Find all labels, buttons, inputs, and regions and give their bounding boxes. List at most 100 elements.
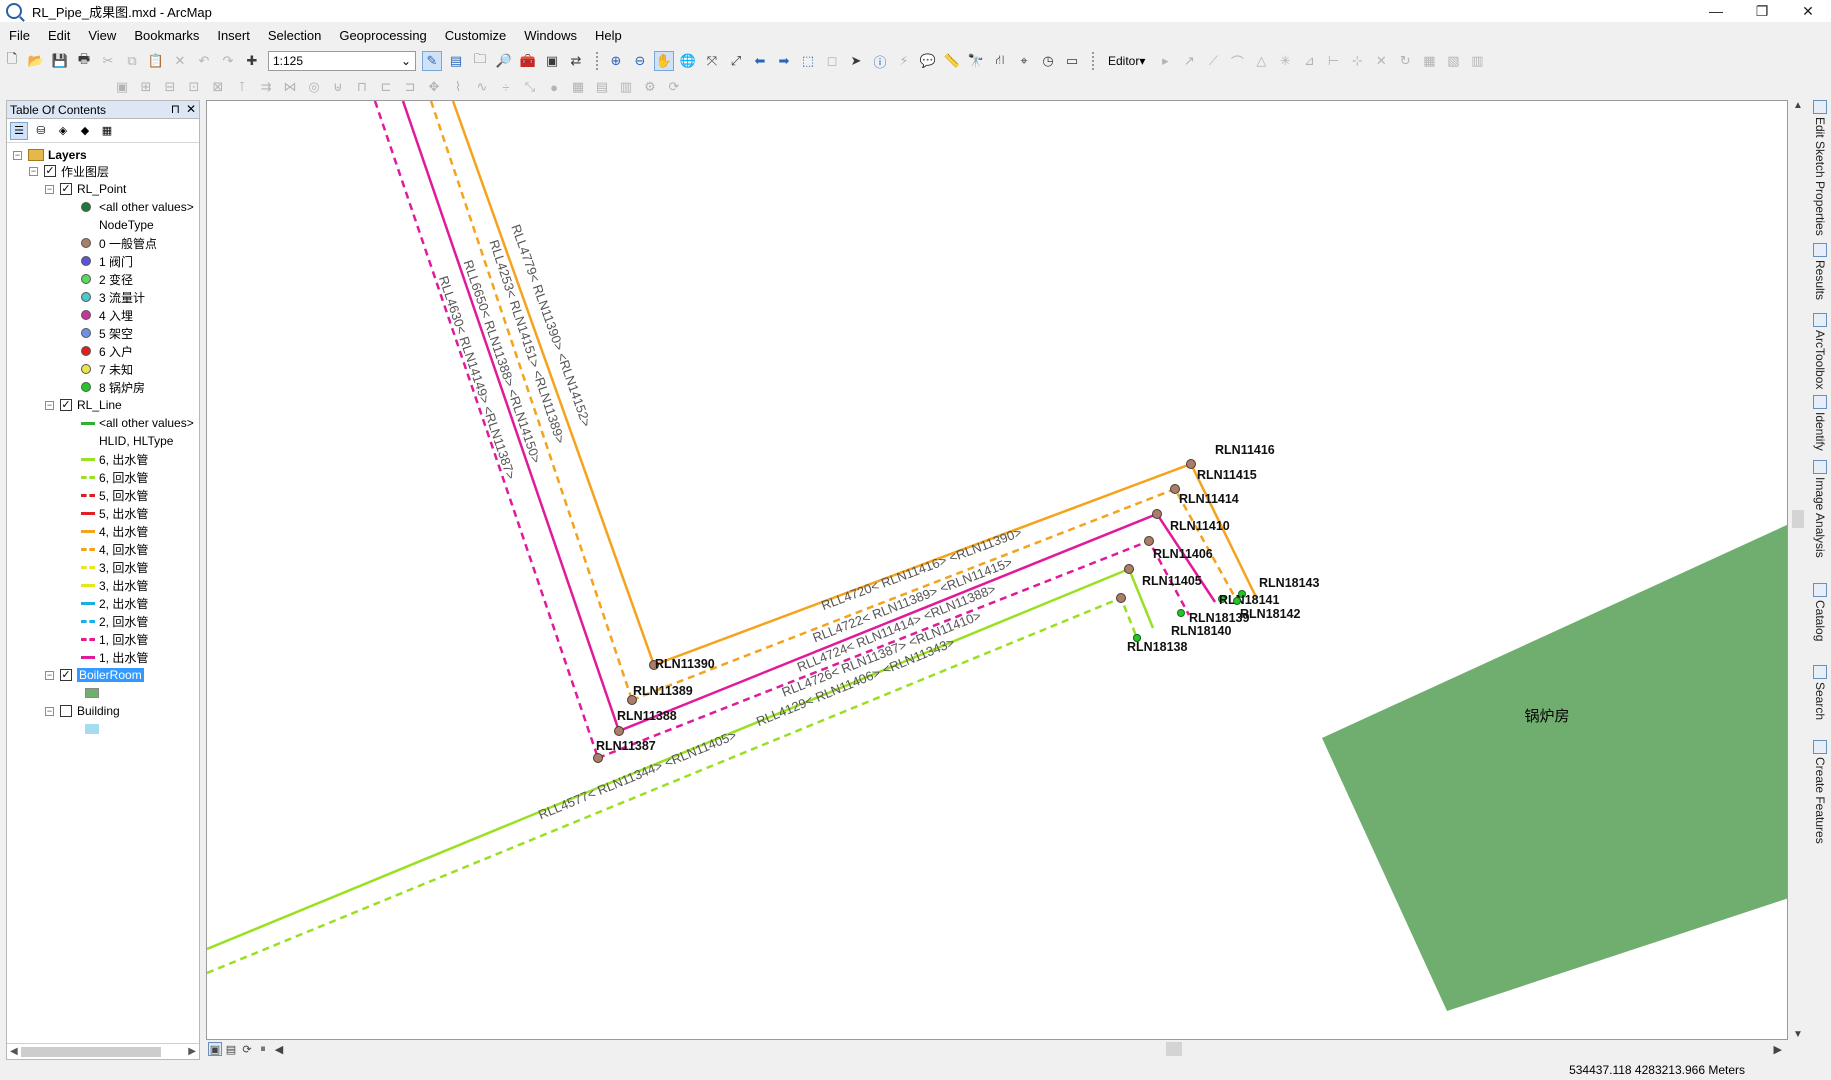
scale-icon[interactable]: ⤡ xyxy=(520,77,540,97)
map-display[interactable]: 锅炉房 RLL4779< RLN11390> <RLN14152> RLL425… xyxy=(206,100,1788,1040)
map-vertical-scroll-thumb[interactable] xyxy=(1792,510,1804,528)
print-icon[interactable]: 🖶 xyxy=(74,51,94,71)
fixed-zoom-out-icon[interactable]: ⤢ xyxy=(726,51,746,71)
dock-tab[interactable]: Catalog xyxy=(1810,583,1830,641)
edit-annotation-icon[interactable]: ↗ xyxy=(1179,51,1199,71)
gear-icon[interactable]: ⚙ xyxy=(640,77,660,97)
pipe-line-rll4129[interactable] xyxy=(207,596,1139,975)
dock-tab[interactable]: Create Features xyxy=(1810,740,1830,844)
clear-selection-icon[interactable]: ◻ xyxy=(822,51,842,71)
options-icon[interactable]: ▦ xyxy=(98,122,116,140)
arctoolbox-icon[interactable]: 🧰 xyxy=(518,51,538,71)
legend-row[interactable]: 4, 出水管 xyxy=(81,522,148,540)
toolbar-grip[interactable] xyxy=(596,52,600,70)
fields-icon[interactable]: ▥ xyxy=(616,77,636,97)
copy-parallel-icon[interactable]: ⇉ xyxy=(256,77,276,97)
pipe-node-point[interactable] xyxy=(1144,536,1154,546)
end-point-arc-icon[interactable]: ⌒ xyxy=(1227,51,1247,71)
back-extent-icon[interactable]: ⬅ xyxy=(750,51,770,71)
menu-selection[interactable]: Selection xyxy=(259,28,330,43)
georef-icon[interactable]: ⊞ xyxy=(136,77,156,97)
map-vertical-scrollbar[interactable]: ▲ ▼ xyxy=(1790,100,1806,1040)
legend-row[interactable]: 3, 回水管 xyxy=(81,558,148,576)
find-icon[interactable]: 🔭 xyxy=(966,51,986,71)
dock-tab[interactable]: Search xyxy=(1810,665,1830,720)
boilerroom-visibility-checkbox[interactable]: ✓ xyxy=(60,669,72,681)
create-features-icon[interactable]: ▥ xyxy=(1467,51,1487,71)
identify-icon[interactable]: ⓘ xyxy=(870,51,890,71)
legend-row[interactable]: 7 未知 xyxy=(81,360,133,378)
building-visibility-checkbox[interactable] xyxy=(60,705,72,717)
map-horizontal-scroll-thumb[interactable] xyxy=(1166,1042,1182,1056)
dock-tab[interactable]: ArcToolbox xyxy=(1810,313,1830,389)
scroll-left-icon[interactable]: ◀ xyxy=(272,1042,286,1056)
paste-icon[interactable]: 📋 xyxy=(146,51,166,71)
scroll-right-icon[interactable]: ▶ xyxy=(188,1046,196,1057)
full-extent-icon[interactable]: 🌐 xyxy=(678,51,698,71)
legend-row[interactable]: 2, 回水管 xyxy=(81,612,148,630)
boiler-room-polygon[interactable] xyxy=(1322,524,1788,1011)
toc-layer-building[interactable]: − Building xyxy=(45,702,120,720)
undo-icon[interactable]: ↶ xyxy=(194,51,214,71)
delete-icon[interactable]: ✕ xyxy=(170,51,190,71)
sketch-properties-icon[interactable]: ▧ xyxy=(1443,51,1463,71)
menu-bookmarks[interactable]: Bookmarks xyxy=(125,28,208,43)
add-data-icon[interactable]: ✚ xyxy=(242,51,262,71)
refresh-view-icon[interactable]: ⟳ xyxy=(240,1042,254,1056)
copy-icon[interactable]: ⧉ xyxy=(122,51,142,71)
toc-layer-boilerroom[interactable]: − ✓ BoilerRoom xyxy=(45,666,144,684)
search-window-icon[interactable]: 🔎 xyxy=(494,51,514,71)
time-slider-icon[interactable]: ◷ xyxy=(1038,51,1058,71)
pipe-line-rll4253[interactable] xyxy=(429,101,634,701)
hyperlink-icon[interactable]: ⚡ xyxy=(894,51,914,71)
catalog-window-icon[interactable]: 🗀 xyxy=(470,51,490,71)
legend-row[interactable]: 6, 出水管 xyxy=(81,450,148,468)
pipe-node-point[interactable] xyxy=(593,753,603,763)
list-by-visibility-icon[interactable]: ◈ xyxy=(54,122,72,140)
trim-icon[interactable]: ⊺ xyxy=(232,77,252,97)
layout-icon[interactable]: ▣ xyxy=(112,77,132,97)
rotate-icon[interactable]: ↻ xyxy=(1395,51,1415,71)
move-icon[interactable]: ✥ xyxy=(424,77,444,97)
dock-tab[interactable]: Image Analysis xyxy=(1810,460,1830,558)
align-icon[interactable]: ⊐ xyxy=(400,77,420,97)
zoom-out-icon[interactable]: ⊖ xyxy=(630,51,650,71)
toc-horizontal-scrollbar[interactable]: ◀ ▶ xyxy=(7,1043,199,1059)
forward-extent-icon[interactable]: ➡ xyxy=(774,51,794,71)
close-icon[interactable]: ✕ xyxy=(186,102,196,116)
union-icon[interactable]: ⊎ xyxy=(328,77,348,97)
pipe-node-point[interactable] xyxy=(1177,609,1185,617)
generalize-icon[interactable]: ⌇ xyxy=(448,77,468,97)
cut-polygons-icon[interactable]: ⊹ xyxy=(1347,51,1367,71)
pipe-node-point[interactable] xyxy=(614,726,624,736)
legend-row[interactable]: <all other values> xyxy=(81,198,194,216)
menu-view[interactable]: View xyxy=(79,28,125,43)
list-by-source-icon[interactable]: ⛁ xyxy=(32,122,50,140)
pipe-node-point[interactable] xyxy=(1116,593,1126,603)
legend-row[interactable]: 0 一般管点 xyxy=(81,234,157,252)
save-icon[interactable]: 💾 xyxy=(50,51,70,71)
scroll-down-icon[interactable]: ▼ xyxy=(1793,1029,1803,1040)
scroll-left-icon[interactable]: ◀ xyxy=(10,1046,18,1057)
extend-icon[interactable]: ⊠ xyxy=(208,77,228,97)
maximize-button[interactable]: ❐ xyxy=(1739,0,1785,22)
toc-group-layer[interactable]: − ✓ 作业图层 xyxy=(29,162,109,180)
minimize-button[interactable]: — xyxy=(1693,0,1739,22)
fixed-zoom-in-icon[interactable]: ⤧ xyxy=(702,51,722,71)
menu-edit[interactable]: Edit xyxy=(39,28,79,43)
pipe-node-point[interactable] xyxy=(1152,509,1162,519)
model-builder-icon[interactable]: ⇄ xyxy=(566,51,586,71)
editor-menu-button[interactable]: Editor▾ xyxy=(1104,54,1149,68)
redo-icon[interactable]: ↷ xyxy=(218,51,238,71)
map-canvas[interactable]: 锅炉房 RLL4779< RLN11390> <RLN14152> RLL425… xyxy=(207,101,1788,1040)
menu-customize[interactable]: Customize xyxy=(436,28,515,43)
html-popup-icon[interactable]: 💬 xyxy=(918,51,938,71)
toc-layer-rl-line[interactable]: − ✓ RL_Line xyxy=(45,396,122,414)
collapse-icon[interactable]: − xyxy=(13,150,22,160)
attributes-icon[interactable]: ▦ xyxy=(1419,51,1439,71)
legend-row[interactable]: 5, 回水管 xyxy=(81,486,148,504)
legend-row[interactable]: 1, 出水管 xyxy=(81,648,148,666)
dock-tab[interactable]: Identify xyxy=(1810,395,1830,451)
data-view-icon[interactable]: ▣ xyxy=(208,1042,222,1056)
menu-insert[interactable]: Insert xyxy=(208,28,259,43)
